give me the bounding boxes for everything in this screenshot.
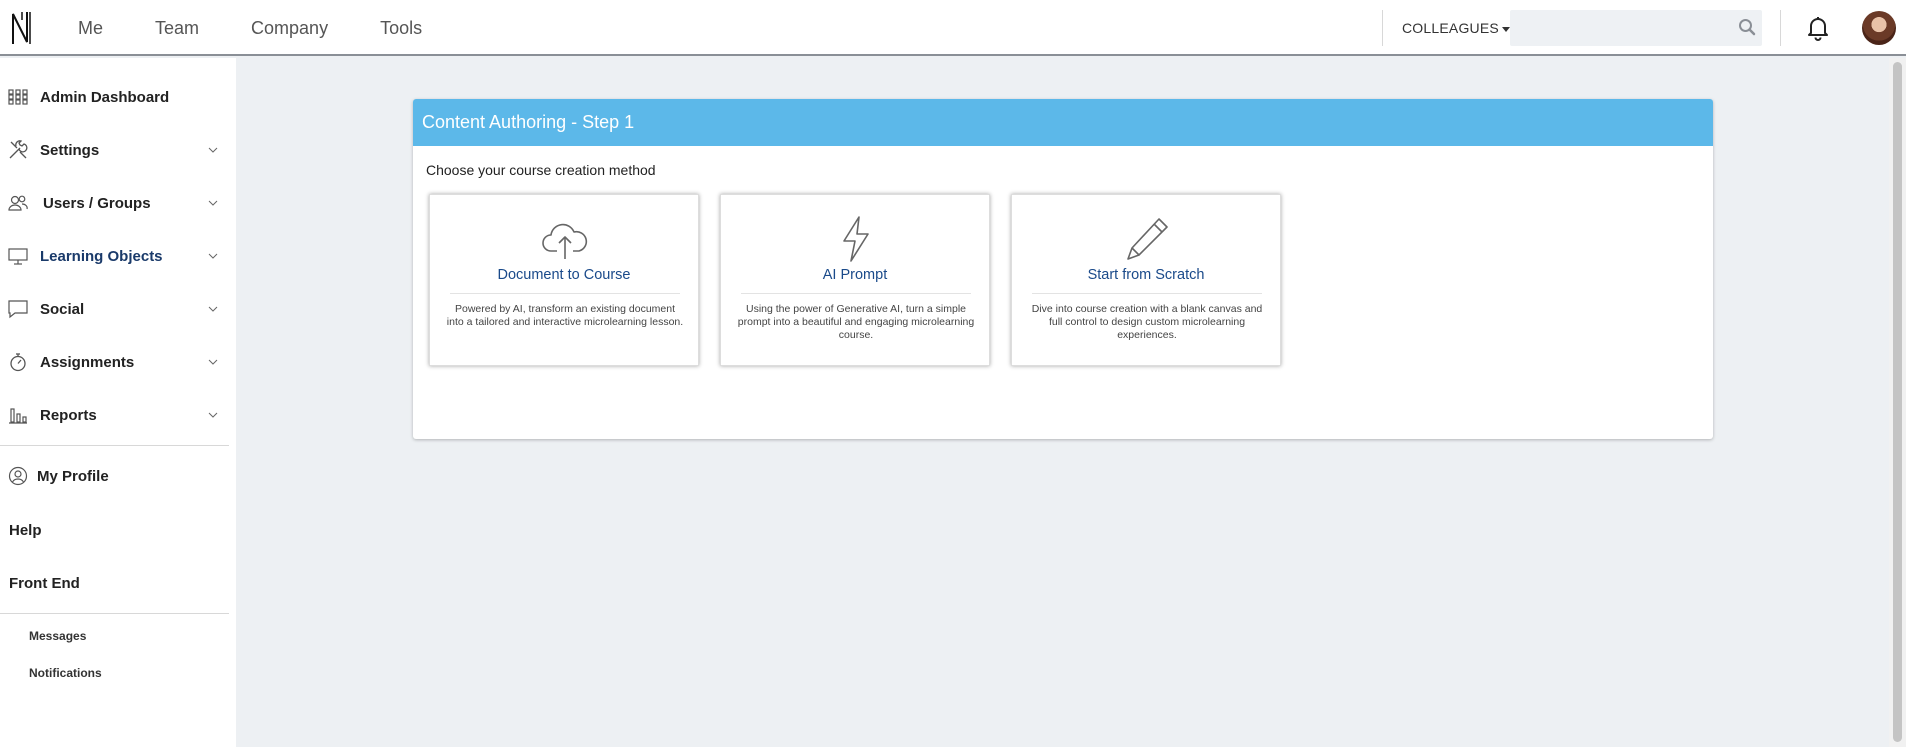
sidebar-item-social[interactable]: Social xyxy=(0,289,236,329)
option-divider xyxy=(1032,293,1262,294)
sidebar-link-messages[interactable]: Messages xyxy=(29,629,86,643)
sidebar-item-label: Learning Objects xyxy=(40,247,163,265)
option-description: Powered by AI, transform an existing doc… xyxy=(446,303,684,328)
nav-me[interactable]: Me xyxy=(78,18,103,39)
option-title: Start from Scratch xyxy=(1087,267,1205,283)
card-subtitle: Choose your course creation method xyxy=(426,162,656,178)
option-divider xyxy=(450,293,680,294)
sidebar-item-label: My Profile xyxy=(37,467,109,485)
sidebar-item-learning-objects[interactable]: Learning Objects xyxy=(0,236,236,276)
nav-team[interactable]: Team xyxy=(155,18,199,39)
chevron-down-icon xyxy=(208,359,218,365)
sidebar-item-label: Social xyxy=(40,300,85,318)
sidebar-link-notifications[interactable]: Notifications xyxy=(29,666,102,680)
lightning-icon xyxy=(843,216,869,262)
caret-down-icon xyxy=(1501,26,1510,32)
option-divider xyxy=(741,293,971,294)
sidebar-item-settings[interactable]: Settings xyxy=(0,130,236,170)
sidebar-item-front-end[interactable]: Front End xyxy=(0,563,236,603)
pencil-icon xyxy=(1127,218,1168,260)
sidebar-item-label: Help xyxy=(9,521,42,539)
sidebar-item-help[interactable]: Help xyxy=(0,510,236,550)
chat-icon xyxy=(8,300,28,319)
chevron-down-icon xyxy=(208,253,218,259)
avatar[interactable] xyxy=(1862,11,1896,45)
divider xyxy=(1382,10,1383,46)
sidebar-item-label: Front End xyxy=(9,574,80,592)
grid-icon xyxy=(8,89,28,105)
stopwatch-icon xyxy=(10,353,26,372)
option-description: Using the power of Generative AI, turn a… xyxy=(737,303,975,341)
user-circle-icon xyxy=(8,466,28,486)
nav-company[interactable]: Company xyxy=(251,18,328,39)
sidebar-item-admin-dashboard[interactable]: Admin Dashboard xyxy=(0,77,236,117)
chevron-down-icon xyxy=(208,306,218,312)
colleagues-label: COLLEAGUES xyxy=(1402,20,1499,36)
search-icon[interactable] xyxy=(1738,18,1756,36)
sidebar-item-assignments[interactable]: Assignments xyxy=(0,342,236,382)
option-title: Document to Course xyxy=(497,267,631,283)
top-bar: Me Team Company Tools COLLEAGUES xyxy=(0,0,1906,56)
card-header: Content Authoring - Step 1 xyxy=(413,99,1713,146)
nav-tools[interactable]: Tools xyxy=(380,18,422,39)
chevron-down-icon xyxy=(208,147,218,153)
sidebar-divider xyxy=(0,613,229,614)
chevron-down-icon xyxy=(208,200,218,206)
logo-icon[interactable] xyxy=(10,10,32,46)
chevron-down-icon xyxy=(208,412,218,418)
cloud-upload-icon xyxy=(542,223,588,259)
sidebar-item-label: Settings xyxy=(40,141,100,159)
divider xyxy=(1780,10,1781,46)
scrollbar-thumb[interactable] xyxy=(1893,62,1902,742)
option-title: AI Prompt xyxy=(822,267,888,283)
sidebar-item-label: Assignments xyxy=(40,353,135,371)
search-input[interactable] xyxy=(1510,10,1762,46)
users-icon xyxy=(8,195,28,211)
sidebar-divider xyxy=(0,445,229,446)
sidebar-item-my-profile[interactable]: My Profile xyxy=(0,456,236,496)
option-document-to-course[interactable]: Document to Course Powered by AI, transf… xyxy=(429,194,699,366)
content-authoring-card: Content Authoring - Step 1 Choose your c… xyxy=(413,99,1713,439)
colleagues-dropdown[interactable]: COLLEAGUES xyxy=(1402,20,1510,36)
sidebar-item-reports[interactable]: Reports xyxy=(0,395,236,435)
monitor-icon xyxy=(8,248,28,265)
sidebar-item-label: Reports xyxy=(40,406,97,424)
sidebar-item-users-groups[interactable]: Users / Groups xyxy=(0,183,236,223)
sidebar-item-label: Admin Dashboard xyxy=(40,88,170,106)
bell-icon[interactable] xyxy=(1804,14,1832,42)
sidebar-item-label: Users / Groups xyxy=(43,194,151,212)
bar-chart-icon xyxy=(9,408,27,424)
option-description: Dive into course creation with a blank c… xyxy=(1031,303,1263,341)
tools-icon xyxy=(9,140,28,159)
option-ai-prompt[interactable]: AI Prompt Using the power of Generative … xyxy=(720,194,990,366)
sidebar: Admin Dashboard Settings Users / Groups xyxy=(0,58,236,747)
top-nav: Me Team Company Tools xyxy=(78,0,474,56)
option-start-from-scratch[interactable]: Start from Scratch Dive into course crea… xyxy=(1011,194,1281,366)
